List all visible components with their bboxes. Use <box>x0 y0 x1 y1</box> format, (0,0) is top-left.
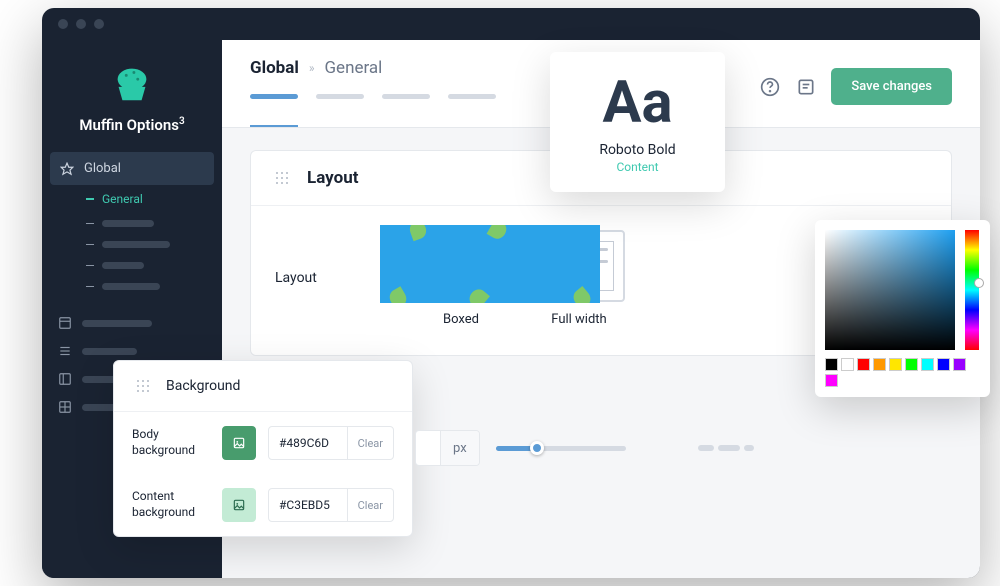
sidebar-subitem-general[interactable]: General <box>70 185 222 213</box>
breadcrumb-sep: » <box>309 61 315 75</box>
preset-swatch[interactable] <box>825 358 838 371</box>
tab-4[interactable] <box>448 94 496 127</box>
field-label-layout: Layout <box>275 230 375 286</box>
font-name: Roboto Bold <box>550 142 725 158</box>
sidebar-subitem-placeholder[interactable] <box>70 255 222 276</box>
picker-preset-swatches <box>825 358 980 387</box>
sidebar-item-placeholder[interactable] <box>42 309 222 337</box>
tab-3[interactable] <box>382 94 430 127</box>
help-icon[interactable] <box>759 76 781 98</box>
sidebar-subitem-placeholder[interactable] <box>70 234 222 255</box>
sidebar-item-label: Global <box>84 161 121 176</box>
save-button[interactable]: Save changes <box>831 68 952 105</box>
card-title: Layout <box>307 168 358 188</box>
number-value[interactable] <box>416 431 440 465</box>
slider-thumb[interactable] <box>530 441 544 455</box>
preset-swatch[interactable] <box>937 358 950 371</box>
top-actions: Save changes <box>759 68 952 105</box>
clear-button[interactable]: Clear <box>347 489 393 521</box>
sidebar-subitem-placeholder[interactable] <box>70 213 222 234</box>
color-swatch[interactable] <box>222 426 256 460</box>
bg-row-label: Content background <box>132 489 210 520</box>
window-dot <box>76 19 86 29</box>
breadcrumb-root: Global <box>250 58 299 78</box>
preset-swatch[interactable] <box>825 374 838 387</box>
preset-swatch[interactable] <box>841 358 854 371</box>
sidebar-icon <box>58 372 72 386</box>
tab-2[interactable] <box>316 94 364 127</box>
layout-option-label: Boxed <box>443 312 479 327</box>
preset-swatch[interactable] <box>953 358 966 371</box>
number-input-group[interactable]: px <box>415 430 480 466</box>
hue-handle[interactable] <box>974 278 984 288</box>
controls-row: px <box>415 430 754 466</box>
preset-swatch[interactable] <box>873 358 886 371</box>
sidebar-subitem-placeholder[interactable] <box>70 276 222 297</box>
note-icon[interactable] <box>795 76 817 98</box>
range-slider[interactable] <box>496 446 626 451</box>
tab-1[interactable] <box>250 94 298 127</box>
hex-value: #C3EBD5 <box>269 498 347 512</box>
layout-option-label: Full width <box>551 312 606 327</box>
hex-value: #489C6D <box>269 436 347 450</box>
hex-input[interactable]: #489C6D Clear <box>268 426 394 460</box>
bg-row-body: Body background #489C6D Clear <box>114 412 412 474</box>
font-sample: Aa <box>550 74 725 132</box>
sidebar-subitem-label: General <box>102 192 143 206</box>
picker-hue-slider[interactable] <box>965 230 979 350</box>
muffin-logo-icon <box>109 60 155 106</box>
number-unit: px <box>440 431 479 465</box>
color-swatch[interactable] <box>222 488 256 522</box>
menu-icon <box>58 344 72 358</box>
window-dot <box>58 19 68 29</box>
panel-title: Background <box>166 378 240 394</box>
placeholder-indicator <box>698 445 754 451</box>
image-icon <box>232 436 246 450</box>
drag-handle-icon[interactable] <box>271 167 293 189</box>
window-dot <box>94 19 104 29</box>
preset-swatch[interactable] <box>905 358 918 371</box>
grid-icon <box>58 400 72 414</box>
preset-swatch[interactable] <box>889 358 902 371</box>
image-icon <box>232 498 246 512</box>
preset-swatch[interactable] <box>921 358 934 371</box>
bg-row-label: Body background <box>132 427 210 458</box>
brand-name: Muffin Options3 <box>79 116 184 134</box>
titlebar <box>42 8 980 40</box>
picker-saturation-value[interactable] <box>825 230 955 350</box>
drag-handle-icon[interactable] <box>132 375 154 397</box>
font-preview-card: Aa Roboto Bold Content <box>550 52 725 192</box>
font-tag: Content <box>550 160 725 174</box>
preset-swatch[interactable] <box>857 358 870 371</box>
bg-row-content: Content background #C3EBD5 Clear <box>114 474 412 536</box>
theme-banner <box>380 225 600 303</box>
background-panel: Background Body background #489C6D Clear… <box>113 360 413 537</box>
sidebar-item-global[interactable]: Global <box>50 152 214 185</box>
hex-input[interactable]: #C3EBD5 Clear <box>268 488 394 522</box>
layout-icon <box>58 316 72 330</box>
brand-block: Muffin Options3 <box>42 52 222 152</box>
clear-button[interactable]: Clear <box>347 427 393 459</box>
breadcrumb-current: General <box>324 58 382 78</box>
color-picker[interactable] <box>815 220 990 397</box>
star-icon <box>60 162 74 176</box>
